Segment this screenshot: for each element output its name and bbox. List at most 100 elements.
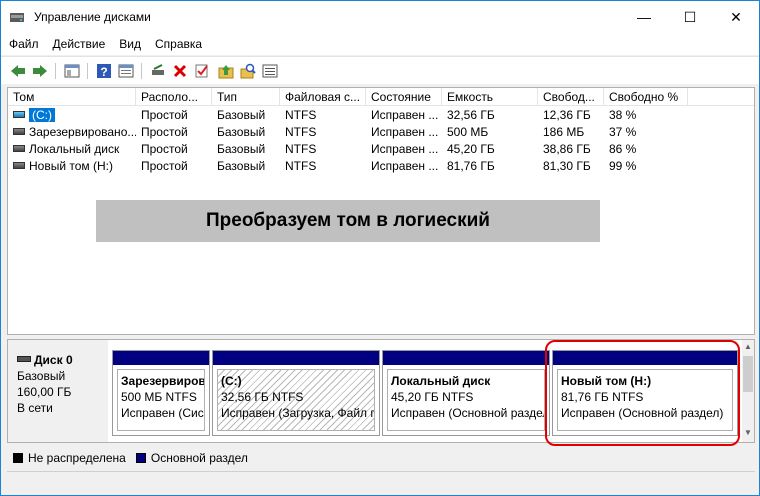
partition-status: Исправен (Сис <box>121 406 204 420</box>
window-title: Управление дисками <box>34 10 151 24</box>
legend-swatch-unallocated <box>13 453 23 463</box>
status-cell: Исправен ... <box>371 159 439 173</box>
layout-cell: Простой <box>141 125 188 139</box>
disk-management-window: Управление дисками — ☐ ✕ Файл Действие В… <box>0 0 760 496</box>
disk-info[interactable]: Диск 0 Базовый 160,00 ГБ В сети <box>8 340 108 442</box>
volume-list-header: Том Располо... Тип Файловая с... Состоян… <box>8 88 754 106</box>
column-header-free[interactable]: Свобод... <box>538 88 604 106</box>
filesystem-cell: NTFS <box>285 159 317 173</box>
back-arrow-icon[interactable] <box>9 62 27 80</box>
volume-icon <box>13 111 25 118</box>
free-pct-cell: 38 % <box>609 108 637 122</box>
partition-header <box>213 351 379 365</box>
filesystem-cell: NTFS <box>285 142 317 156</box>
status-cell: Исправен ... <box>371 125 439 139</box>
annotation-banner: Преобразуем том в логиеский <box>96 200 600 242</box>
partition-header <box>113 351 209 365</box>
filesystem-cell: NTFS <box>285 108 317 122</box>
volume-icon <box>13 162 25 169</box>
scroll-thumb[interactable] <box>743 356 753 392</box>
list-view-icon[interactable] <box>261 62 279 80</box>
volume-name: Локальный диск <box>29 142 120 156</box>
free-cell: 81,30 ГБ <box>543 159 591 173</box>
partition-info: 45,20 ГБ NTFS <box>391 390 474 404</box>
partition-reserved[interactable]: Зарезервиров 500 МБ NTFS Исправен (Сис <box>112 350 210 436</box>
partition-status: Исправен (Основной раздел <box>391 406 545 420</box>
legend: Не распределена Основной раздел <box>7 447 755 469</box>
menu-view[interactable]: Вид <box>119 37 141 51</box>
scroll-down-arrow-icon[interactable]: ▼ <box>742 428 754 440</box>
menu-help[interactable]: Справка <box>155 37 202 51</box>
volume-name: Новый том (H:) <box>29 159 113 173</box>
status-cell: Исправен ... <box>371 108 439 122</box>
check-icon[interactable] <box>193 62 211 80</box>
disk-title: Диск 0 <box>17 352 108 368</box>
legend-label-primary: Основной раздел <box>150 451 248 465</box>
legend-swatch-primary <box>135 453 146 463</box>
layout-cell: Простой <box>141 159 188 173</box>
column-header-filesystem[interactable]: Файловая с... <box>280 88 366 106</box>
partition-header <box>383 351 549 365</box>
column-header-status[interactable]: Состояние <box>366 88 442 106</box>
highlight-annotation-frame <box>545 340 740 446</box>
free-cell: 38,86 ГБ <box>543 142 591 156</box>
type-cell: Базовый <box>217 125 266 139</box>
help-icon[interactable]: ? <box>95 62 113 80</box>
partition-body: (C:) 32,56 ГБ NTFS Исправен (Загрузка, Ф… <box>217 369 375 431</box>
type-cell: Базовый <box>217 159 266 173</box>
partition-body: Локальный диск 45,20 ГБ NTFS Исправен (О… <box>387 369 545 431</box>
disk-management-app-icon <box>10 13 24 22</box>
volume-icon <box>13 128 25 135</box>
partition-local-disk[interactable]: Локальный диск 45,20 ГБ NTFS Исправен (О… <box>382 350 550 436</box>
capacity-cell: 81,76 ГБ <box>447 159 495 173</box>
volume-name-cell: (C:) <box>8 107 136 124</box>
forward-arrow-icon[interactable] <box>31 62 49 80</box>
status-cell: Исправен ... <box>371 142 439 156</box>
disk-size: 160,00 ГБ <box>17 385 72 399</box>
partition-name: Локальный диск <box>391 374 491 388</box>
column-header-layout[interactable]: Располо... <box>136 88 212 106</box>
connect-drive-icon[interactable] <box>149 62 167 80</box>
partition-status: Исправен (Загрузка, Файл г <box>221 406 375 420</box>
table-row[interactable]: Локальный диск Простой Базовый NTFS Испр… <box>8 141 754 158</box>
vertical-scrollbar[interactable]: ▲ ▼ <box>742 340 754 442</box>
capacity-cell: 45,20 ГБ <box>447 142 495 156</box>
type-cell: Базовый <box>217 108 266 122</box>
close-button[interactable]: ✕ <box>713 1 759 33</box>
volume-icon <box>13 145 25 152</box>
console-tree-icon[interactable] <box>63 62 81 80</box>
status-bar <box>7 471 755 491</box>
table-row[interactable]: Новый том (H:) Простой Базовый NTFS Испр… <box>8 158 754 175</box>
svg-text:?: ? <box>100 65 107 79</box>
volume-list: Том Располо... Тип Файловая с... Состоян… <box>7 87 755 335</box>
delete-icon[interactable] <box>171 62 189 80</box>
volume-name-cell: Зарезервировано... <box>8 124 136 141</box>
folder-up-icon[interactable] <box>217 62 235 80</box>
disk-icon <box>17 356 31 362</box>
maximize-button[interactable]: ☐ <box>667 1 713 33</box>
menu-action[interactable]: Действие <box>53 37 106 51</box>
column-header-volume[interactable]: Том <box>8 88 136 106</box>
type-cell: Базовый <box>217 142 266 156</box>
partition-name: (C:) <box>221 374 242 388</box>
legend-label-unallocated: Не распределена <box>28 451 126 465</box>
table-row[interactable]: (C:) Простой Базовый NTFS Исправен ... 3… <box>8 107 754 124</box>
column-header-capacity[interactable]: Емкость <box>442 88 538 106</box>
partition-info: 32,56 ГБ NTFS <box>221 390 304 404</box>
scroll-up-arrow-icon[interactable]: ▲ <box>742 342 754 354</box>
volume-name-cell: Новый том (H:) <box>8 158 136 175</box>
column-header-free-pct[interactable]: Свободно % <box>604 88 688 106</box>
disk-status: В сети <box>17 401 53 415</box>
disk-type: Базовый <box>17 369 66 383</box>
minimize-button[interactable]: — <box>621 1 667 33</box>
properties-icon[interactable] <box>117 62 135 80</box>
column-header-type[interactable]: Тип <box>212 88 280 106</box>
free-cell: 12,36 ГБ <box>543 108 591 122</box>
table-row[interactable]: Зарезервировано... Простой Базовый NTFS … <box>8 124 754 141</box>
partition-body: Зарезервиров 500 МБ NTFS Исправен (Сис <box>117 369 205 431</box>
capacity-cell: 500 МБ <box>447 125 489 139</box>
search-icon[interactable] <box>239 62 257 80</box>
partition-c[interactable]: (C:) 32,56 ГБ NTFS Исправен (Загрузка, Ф… <box>212 350 380 436</box>
filesystem-cell: NTFS <box>285 125 317 139</box>
menu-file[interactable]: Файл <box>9 37 39 51</box>
